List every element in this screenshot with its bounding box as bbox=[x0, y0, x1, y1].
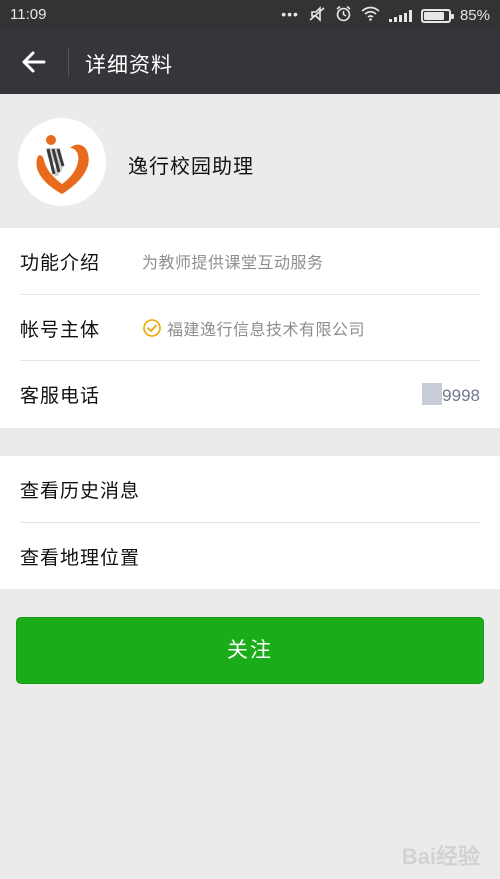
battery-percent: 85% bbox=[459, 7, 490, 24]
history-row[interactable]: 查看历史消息 bbox=[20, 456, 480, 522]
title-bar: 详细资料 bbox=[0, 30, 500, 94]
logo-avatar bbox=[18, 118, 106, 206]
arrow-left-icon bbox=[22, 51, 46, 73]
location-label: 查看地理位置 bbox=[20, 547, 141, 569]
phone-value[interactable]: 9998 bbox=[422, 383, 480, 406]
intro-label: 功能介绍 bbox=[20, 252, 101, 274]
wifi-icon bbox=[361, 6, 380, 25]
history-label: 查看历史消息 bbox=[20, 480, 141, 502]
phone-label: 客服电话 bbox=[20, 385, 101, 407]
account-name: 逸行校园助理 bbox=[128, 154, 254, 178]
alarm-icon bbox=[335, 5, 352, 26]
mute-icon bbox=[308, 5, 326, 26]
status-icons: ••• 85% bbox=[281, 5, 490, 26]
more-dots-icon: ••• bbox=[281, 5, 299, 22]
back-button[interactable] bbox=[16, 46, 52, 78]
owner-label: 帐号主体 bbox=[20, 319, 101, 341]
owner-value: 福建逸行信息技术有限公司 bbox=[167, 320, 366, 339]
profile-section: 逸行校园助理 bbox=[0, 94, 500, 228]
info-card: 功能介绍 为教师提供课堂互动服务 帐号主体 福建逸行信息技术有限公司 客服电话 … bbox=[0, 228, 500, 428]
watermark: Bai经验 bbox=[401, 844, 480, 869]
intro-value: 为教师提供课堂互动服务 bbox=[142, 253, 324, 272]
status-bar: 11:09 ••• 85% bbox=[0, 0, 500, 30]
avatar[interactable] bbox=[18, 118, 106, 206]
battery-icon bbox=[420, 8, 454, 23]
verified-icon bbox=[143, 319, 161, 337]
title-divider bbox=[68, 47, 69, 77]
phone-mask bbox=[422, 383, 443, 405]
owner-row[interactable]: 帐号主体 福建逸行信息技术有限公司 bbox=[20, 294, 480, 360]
follow-button[interactable]: 关注 bbox=[16, 617, 484, 684]
page-title: 详细资料 bbox=[85, 53, 173, 77]
location-row[interactable]: 查看地理位置 bbox=[20, 522, 480, 588]
status-time: 11:09 bbox=[10, 6, 47, 23]
phone-number: 9998 bbox=[442, 386, 480, 405]
links-card: 查看历史消息 查看地理位置 bbox=[0, 456, 500, 589]
battery-fill bbox=[423, 11, 445, 20]
phone-row[interactable]: 客服电话 9998 bbox=[20, 360, 480, 426]
intro-row: 功能介绍 为教师提供课堂互动服务 bbox=[20, 228, 480, 294]
signal-icon bbox=[388, 9, 412, 22]
